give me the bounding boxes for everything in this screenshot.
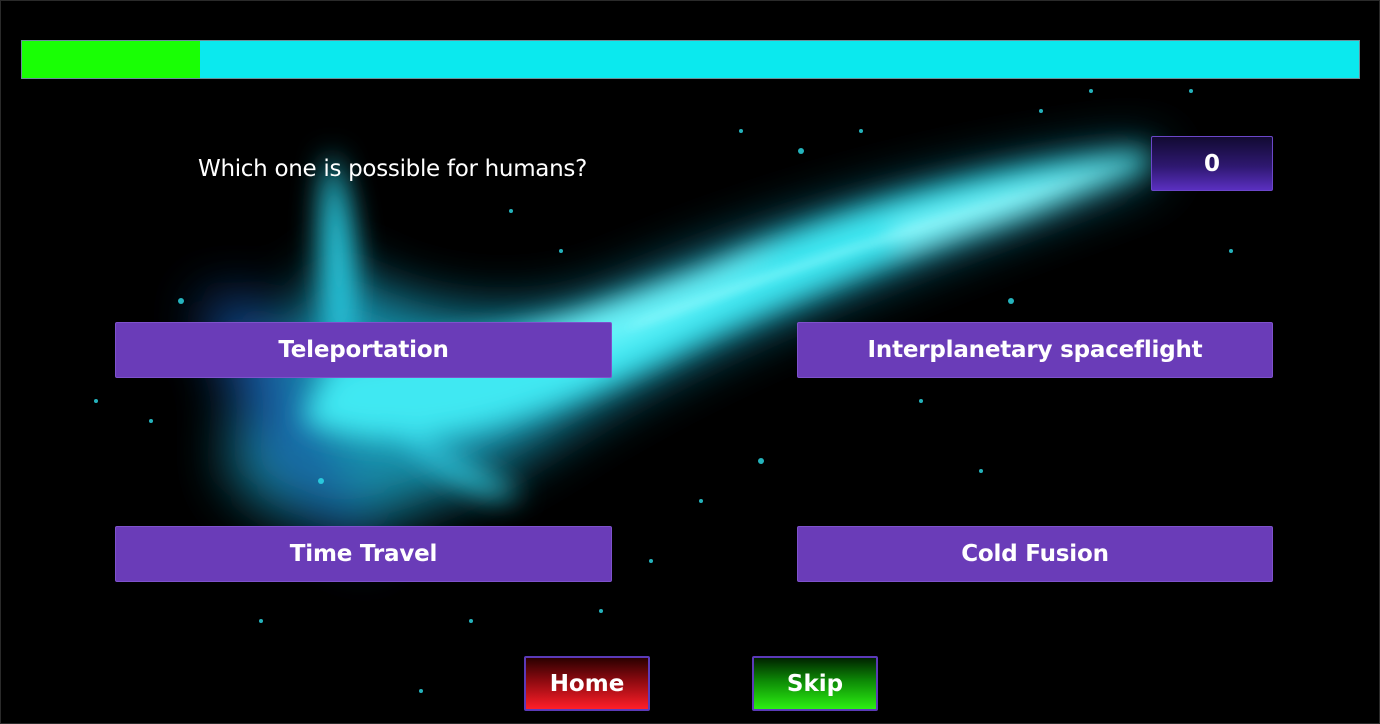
progress-bar-fill	[22, 41, 200, 78]
home-button[interactable]: Home	[524, 656, 650, 711]
answer-label: Interplanetary spaceflight	[867, 337, 1203, 363]
quiz-screen: Which one is possible for humans? 0 Tele…	[0, 0, 1380, 724]
skip-button-label: Skip	[786, 670, 844, 697]
home-button-label: Home	[549, 670, 625, 697]
answer-label: Time Travel	[289, 541, 438, 567]
question-text: Which one is possible for humans?	[198, 156, 587, 182]
answer-button-2[interactable]: Interplanetary spaceflight	[797, 322, 1273, 378]
answer-label: Teleportation	[278, 337, 449, 363]
answer-button-4[interactable]: Cold Fusion	[797, 526, 1273, 582]
answer-button-3[interactable]: Time Travel	[115, 526, 612, 582]
progress-bar	[21, 40, 1360, 79]
score-display: 0	[1151, 136, 1273, 191]
answer-label: Cold Fusion	[961, 541, 1109, 567]
score-value: 0	[1203, 150, 1220, 177]
skip-button[interactable]: Skip	[752, 656, 878, 711]
answer-button-1[interactable]: Teleportation	[115, 322, 612, 378]
